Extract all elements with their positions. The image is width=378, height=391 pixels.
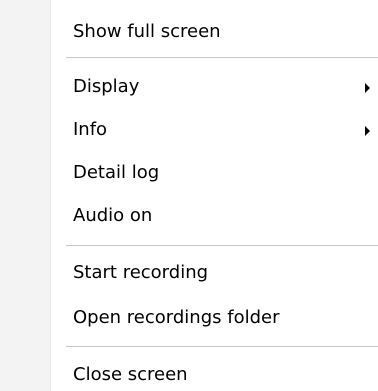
menu-item-label: Display [73,76,140,97]
menu-item-detail-log[interactable]: Detail log [51,153,378,193]
menu-item-label: Detail log [73,162,160,183]
submenu-arrow-icon [365,83,370,93]
menu-item-label: Show full screen [73,21,221,42]
menu-item-display[interactable]: Display [51,67,378,107]
menu-item-label: Close screen [73,364,188,385]
menu-separator [66,245,378,246]
menu-item-open-recordings-folder[interactable]: Open recordings folder [51,298,378,338]
submenu-arrow-icon [365,126,370,136]
menu-item-close-screen[interactable]: Close screen [51,355,378,391]
menu-item-start-recording[interactable]: Start recording [51,253,378,293]
menu-icon-gutter [0,0,50,391]
menu-item-info[interactable]: Info [51,110,378,150]
menu-item-label: Audio on [73,205,153,226]
menu-item-label: Open recordings folder [73,307,280,328]
menu-item-label: Info [73,119,108,140]
menu-separator [66,57,378,58]
menu-item-show-full-screen[interactable]: Show full screen [51,12,378,52]
menu-item-label: Start recording [73,262,209,283]
context-menu: Show full screen Display Info Detail log… [0,0,378,391]
menu-item-audio-on[interactable]: Audio on [51,196,378,236]
menu-separator [66,346,378,347]
